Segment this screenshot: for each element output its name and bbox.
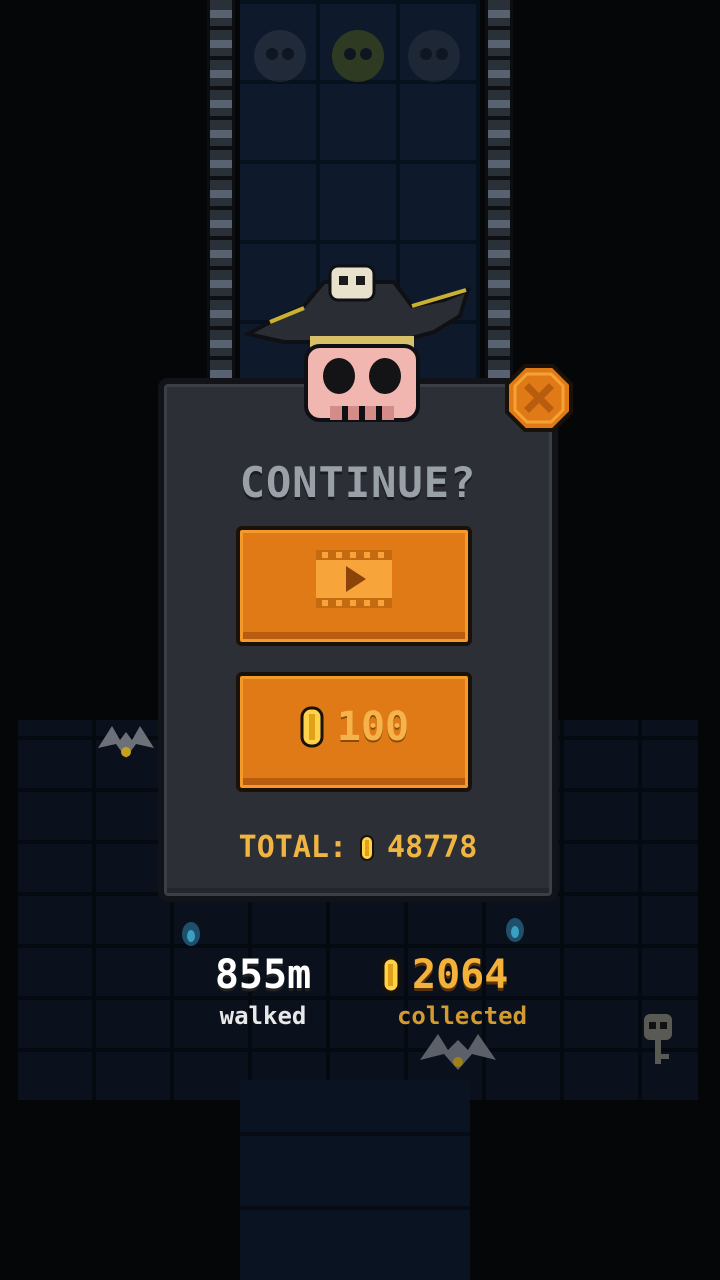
distance-value: 855m [214,952,312,998]
chain-left [207,0,235,380]
collected-coins-row: 2064 [380,952,508,998]
corridor-bottom [240,1080,470,1280]
collected-label: collected [396,1002,528,1030]
pay-coins-button[interactable]: 100 [236,672,472,792]
bat-enemy-icon [96,718,156,768]
torch-flame-icon [178,918,204,948]
skull-slot-icon [406,28,462,84]
total-coins-row: TOTAL: 48778 [158,830,558,865]
total-label: TOTAL: [238,830,348,865]
close-button[interactable] [505,364,573,432]
skull-slot-icon [330,28,386,84]
film-play-icon [314,548,394,614]
continue-cost: 100 [336,704,410,750]
total-value: 48778 [387,830,478,865]
pirate-skull-icon [242,260,472,440]
bat-enemy-icon [418,1024,498,1074]
collected-value: 2064 [412,952,509,998]
dialog-title: CONTINUE? [239,458,477,507]
watch-video-button[interactable] [236,526,472,646]
gold-coin-icon [359,834,375,862]
skull-key-icon [640,1012,676,1068]
gold-coin-icon [380,956,402,994]
close-x-icon [505,364,573,432]
chain-right [485,0,513,380]
distance-label: walked [219,1002,307,1030]
gold-coin-icon [299,706,325,748]
skull-slot-icon [252,28,308,84]
torch-flame-icon [502,914,528,944]
